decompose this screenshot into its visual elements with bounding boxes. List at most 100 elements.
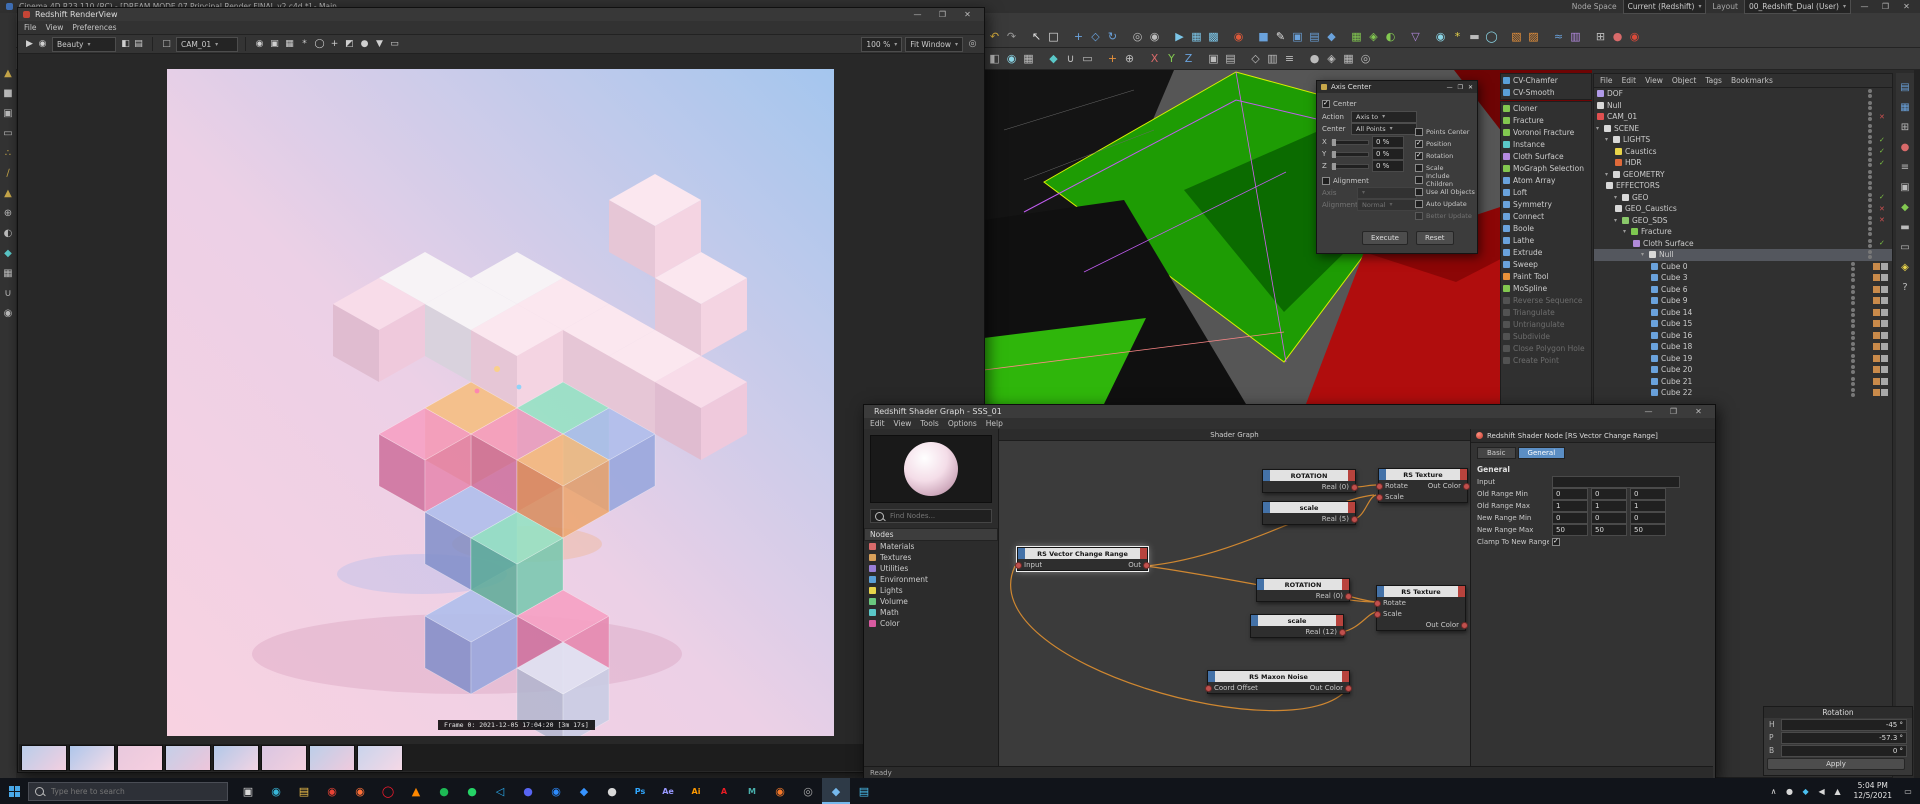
quantize-toggle-icon[interactable]: ◇: [1247, 50, 1264, 67]
object-row[interactable]: DOF: [1594, 88, 1892, 100]
option-checkbox-row[interactable]: Include Children: [1415, 172, 1477, 188]
palette-item[interactable]: MoSpline: [1501, 282, 1591, 294]
object-row[interactable]: Cube 14: [1594, 307, 1892, 319]
enabled-toggle[interactable]: [1879, 147, 1888, 155]
palette-item[interactable]: Paint Tool: [1501, 270, 1591, 282]
value-field-x[interactable]: 50: [1552, 524, 1588, 536]
palette-item[interactable]: Reverse Sequence: [1501, 294, 1591, 306]
taskbar-search-input[interactable]: [49, 785, 203, 797]
value-field-y[interactable]: 1: [1591, 500, 1627, 512]
visibility-dots[interactable]: [1868, 215, 1872, 226]
node-rs-texture[interactable]: RS Texture Rotate Scale Out Color: [1374, 585, 1468, 631]
extrude-object-icon[interactable]: ▤: [1306, 28, 1323, 45]
chrome-icon[interactable]: ◉: [318, 778, 346, 804]
menu-item[interactable]: Tools: [920, 419, 938, 428]
shader-graph-titlebar[interactable]: Redshift Shader Graph - SSS_01 — ❐ ✕: [864, 405, 1715, 418]
cloth-object-icon[interactable]: ▥: [1567, 28, 1584, 45]
output-port[interactable]: [1345, 593, 1352, 600]
enable-axis-icon[interactable]: ⊕: [1, 206, 15, 220]
antivirus-icon[interactable]: ◆: [1798, 778, 1814, 804]
visibility-dots[interactable]: [1868, 100, 1872, 111]
option-checkbox-row[interactable]: Use All Objects: [1415, 186, 1477, 198]
menu-item[interactable]: Options: [948, 419, 977, 428]
redshift-material-icon[interactable]: ◉: [1626, 28, 1643, 45]
pen-spline-icon[interactable]: ✎: [1272, 28, 1289, 45]
node-space-dropdown[interactable]: Current (Redshift): [1622, 0, 1707, 14]
object-row[interactable]: HDR: [1594, 157, 1892, 169]
palette-item[interactable]: Extrude: [1501, 246, 1591, 258]
visibility-dots[interactable]: [1868, 249, 1872, 260]
palette-item[interactable]: Loft: [1501, 186, 1591, 198]
value-field-z[interactable]: 50: [1630, 524, 1666, 536]
rv-close-button[interactable]: ✕: [960, 10, 975, 19]
shader-graph-canvas[interactable]: Shader Graph ROTATION Real (0) RS Textur…: [999, 429, 1470, 766]
region-render-icon[interactable]: ▣: [268, 38, 281, 51]
vscode-icon[interactable]: ◆: [570, 778, 598, 804]
output-port[interactable]: [1345, 685, 1352, 692]
task-view-icon[interactable]: ▣: [234, 778, 262, 804]
visibility-dots[interactable]: [1851, 353, 1855, 364]
wireframe-icon[interactable]: ◈: [1323, 50, 1340, 67]
object-row[interactable]: GEO_Caustics: [1594, 203, 1892, 215]
floor-object-icon[interactable]: ▬: [1466, 28, 1483, 45]
menu-item[interactable]: View: [46, 23, 64, 32]
console-icon[interactable]: ▭: [1898, 240, 1912, 254]
visibility-dots[interactable]: [1868, 146, 1872, 157]
undo-icon[interactable]: ↶: [986, 28, 1003, 45]
visibility-dots[interactable]: [1851, 387, 1855, 398]
layout-dropdown[interactable]: 00_Redshift_Dual (User): [1743, 0, 1851, 14]
object-row[interactable]: Caustics: [1594, 146, 1892, 158]
snapshot-thumbnail[interactable]: [357, 745, 403, 771]
option-checkbox[interactable]: [1415, 128, 1423, 136]
axis-dropdown[interactable]: [1357, 186, 1417, 199]
option-checkbox[interactable]: [1415, 139, 1423, 148]
snapshot-thumbnail[interactable]: [261, 745, 307, 771]
output-port[interactable]: [1339, 629, 1346, 636]
percent-slider[interactable]: [1331, 150, 1369, 158]
value-field-y[interactable]: 0: [1591, 512, 1627, 524]
object-row[interactable]: Cube 16: [1594, 330, 1892, 342]
timeline-icon[interactable]: ▬: [1898, 220, 1912, 234]
aftereffects-icon[interactable]: Ae: [654, 778, 682, 804]
palette-item[interactable]: Fracture: [1501, 114, 1591, 126]
dialog-maximize-button[interactable]: ❐: [1458, 84, 1463, 91]
render-settings-icon[interactable]: ▩: [1205, 28, 1222, 45]
object-row[interactable]: Cube 19: [1594, 353, 1892, 365]
object-row[interactable]: ▾ GEO_SDS: [1594, 215, 1892, 227]
renderview-settings-gear-icon[interactable]: ◎: [966, 38, 979, 51]
render-picture-viewer-icon[interactable]: ▦: [1188, 28, 1205, 45]
expand-arrow-icon[interactable]: ▾: [1614, 217, 1621, 224]
magnet-icon[interactable]: ◉: [1, 306, 15, 320]
snapshot-thumbnail[interactable]: [21, 745, 67, 771]
object-row[interactable]: ▾ Fracture: [1594, 226, 1892, 238]
find-nodes-box[interactable]: [870, 509, 992, 523]
structure-panel-icon[interactable]: ▣: [1898, 180, 1912, 194]
visibility-dots[interactable]: [1851, 341, 1855, 352]
input-port[interactable]: [1015, 562, 1022, 569]
output-port[interactable]: [1351, 516, 1358, 523]
safe-frame-icon[interactable]: ▦: [1340, 50, 1357, 67]
node-rotation[interactable]: ROTATION Real (0): [1256, 578, 1352, 602]
live-selection-icon[interactable]: ↖: [1028, 28, 1045, 45]
object-row[interactable]: Cube 3: [1594, 272, 1892, 284]
material-tags[interactable]: [1873, 262, 1888, 270]
enabled-toggle[interactable]: [1879, 239, 1888, 247]
volume-icon[interactable]: ◀: [1814, 778, 1830, 804]
coordinate-system-icon[interactable]: ◉: [1146, 28, 1163, 45]
object-row[interactable]: Cube 21: [1594, 376, 1892, 388]
save-image-icon[interactable]: ▼: [373, 38, 386, 51]
enabled-toggle[interactable]: [1879, 216, 1888, 224]
view-layout-icon[interactable]: ▦: [1020, 50, 1037, 67]
visibility-dots[interactable]: [1868, 203, 1872, 214]
object-row[interactable]: CAM_01: [1594, 111, 1892, 123]
value-field-z[interactable]: 0: [1630, 488, 1666, 500]
light-object-icon[interactable]: *: [1449, 28, 1466, 45]
polygons-mode-icon[interactable]: ▲: [1, 186, 15, 200]
input-value-field[interactable]: [1552, 476, 1680, 488]
option-checkbox-row[interactable]: Rotation: [1415, 150, 1477, 162]
sg-close-button[interactable]: ✕: [1691, 407, 1706, 416]
edge-icon[interactable]: ◉: [262, 778, 290, 804]
simulation-icon[interactable]: ≈: [1550, 28, 1567, 45]
crop-icon[interactable]: □: [160, 38, 173, 51]
node-rs-texture[interactable]: RS Texture Rotate Out Color Scale: [1376, 468, 1470, 503]
